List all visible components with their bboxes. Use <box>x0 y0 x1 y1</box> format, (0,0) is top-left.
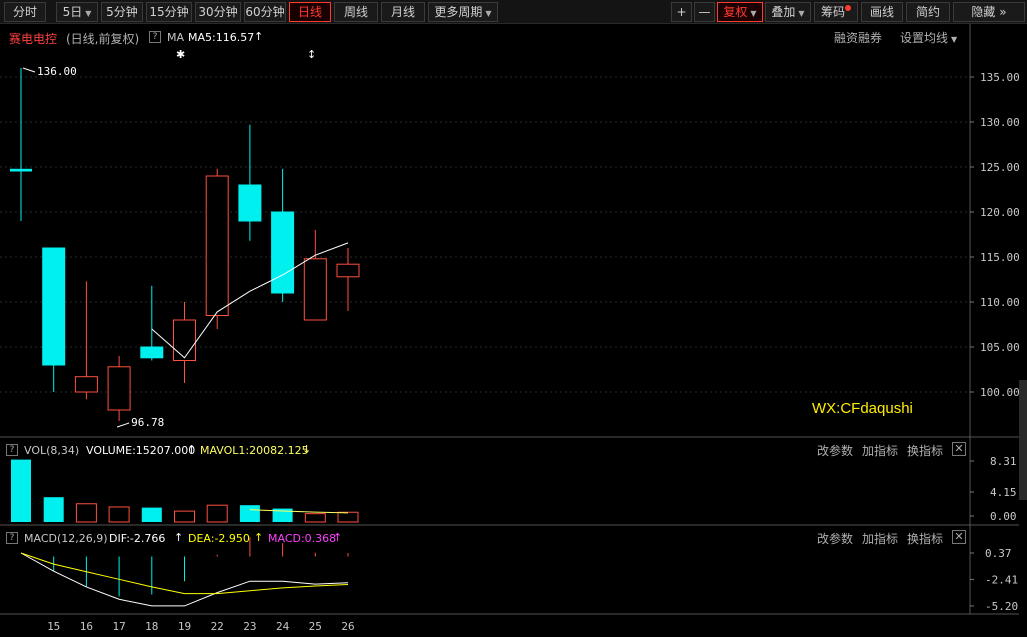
high-pointer <box>22 67 36 73</box>
volume-tick-label: 0.00 <box>990 510 1017 523</box>
candle-body <box>173 319 196 361</box>
price-tick-label: 115.00 <box>980 251 1020 264</box>
volume-tick-label: 4.15 <box>990 486 1017 499</box>
volume-bar <box>11 459 31 522</box>
date-tick-label: 15 <box>47 620 60 633</box>
date-tick-label: 18 <box>145 620 158 633</box>
volume-tick-label: 8.31 <box>990 455 1017 468</box>
low-pointer <box>116 422 130 428</box>
macd-tick-label: -2.41 <box>985 573 1018 586</box>
volume-bar <box>304 513 326 523</box>
date-tick-label: 16 <box>80 620 93 633</box>
mavol-line <box>249 509 349 514</box>
macd-tick-label: 0.37 <box>985 547 1012 560</box>
price-tick-label: 105.00 <box>980 341 1020 354</box>
watermark-text: WX:CFdaqushi <box>812 400 913 417</box>
candle-body <box>271 211 295 294</box>
candle-body <box>42 247 66 366</box>
high-price-label: 136.00 <box>37 65 77 78</box>
volume-bar <box>174 510 195 523</box>
date-tick-label: 19 <box>178 620 191 633</box>
date-tick-label: 26 <box>341 620 354 633</box>
volume-bar <box>239 505 260 522</box>
date-tick-label: 17 <box>112 620 125 633</box>
macd-tick-label: -5.20 <box>985 600 1018 613</box>
price-tick-label: 135.00 <box>980 71 1020 84</box>
price-tick-label: 125.00 <box>980 161 1020 174</box>
price-tick-label: 120.00 <box>980 206 1020 219</box>
candle-body <box>303 258 327 321</box>
volume-bar <box>43 497 64 522</box>
candle-body <box>205 175 229 316</box>
candle-body <box>238 184 262 222</box>
right-scrollbar[interactable] <box>1019 380 1027 500</box>
candle-body <box>107 366 131 411</box>
candle-body <box>336 263 360 278</box>
volume-bar <box>75 503 97 523</box>
volume-bar <box>206 504 228 523</box>
date-tick-label: 23 <box>243 620 256 633</box>
candle-body <box>74 376 98 393</box>
candle-body <box>140 346 164 359</box>
price-tick-label: 110.00 <box>980 296 1020 309</box>
date-tick-label: 25 <box>309 620 322 633</box>
volume-bar <box>108 506 130 523</box>
stock-chart-window: 分时 5日 ▼ 5分钟 15分钟 30分钟 60分钟 日线 周线 月线 更多周期 ▼… <box>0 0 1027 637</box>
price-tick-label: 130.00 <box>980 116 1020 129</box>
candlestick-chart[interactable]: 135.00 130.00 125.00 120.00 115.00 110.00 105.… <box>0 0 1027 637</box>
low-price-label: 96.78 <box>131 416 164 429</box>
price-tick-label: 100.00 <box>980 386 1020 399</box>
volume-bar <box>337 511 359 523</box>
date-tick-label: 24 <box>276 620 290 633</box>
date-tick-label: 22 <box>211 620 224 633</box>
volume-bar <box>141 507 162 522</box>
candle-body <box>10 168 32 172</box>
